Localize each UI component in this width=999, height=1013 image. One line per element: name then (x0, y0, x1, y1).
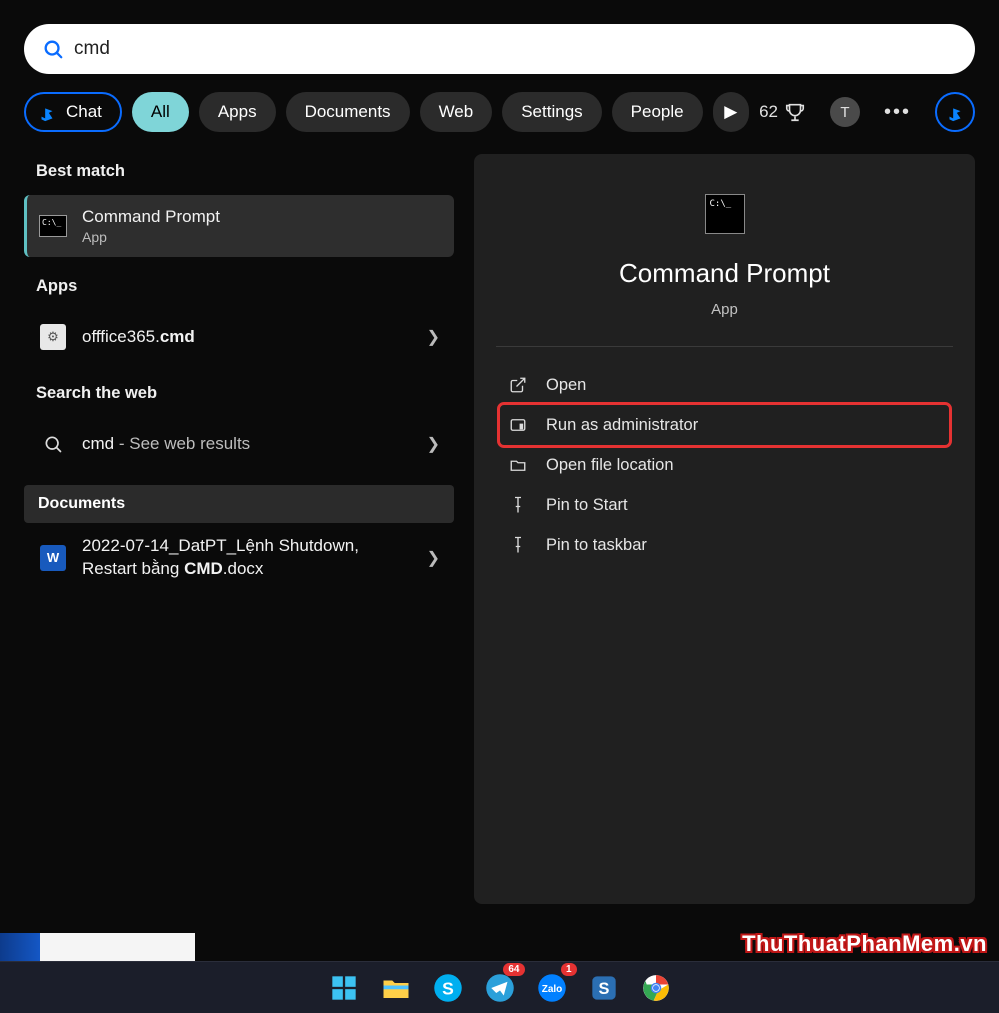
results-left-column: Best match C:\_ Command Prompt App Apps … (24, 154, 454, 904)
tab-all-label: All (151, 102, 170, 122)
bing-button[interactable] (935, 92, 975, 132)
search-icon (42, 38, 64, 60)
chevron-right-icon: ❯ (427, 327, 440, 347)
rewards-icon (784, 101, 806, 123)
tab-documents-label: Documents (305, 102, 391, 122)
pin-icon (508, 535, 528, 555)
notification-badge: 64 (503, 963, 524, 976)
skype-icon: S (433, 973, 463, 1003)
file-explorer-icon (381, 975, 411, 1001)
background-window-partial (0, 933, 195, 961)
action-pin-to-taskbar[interactable]: Pin to taskbar (500, 525, 949, 565)
section-best-match: Best match (24, 154, 454, 195)
tab-documents[interactable]: Documents (286, 92, 410, 132)
tab-settings[interactable]: Settings (502, 92, 601, 132)
tab-apps-label: Apps (218, 102, 257, 122)
header-right-icons: 62 T ••• (759, 92, 975, 132)
windows-search-panel: Chat All Apps Documents Web Settings Peo… (0, 0, 999, 928)
action-label: Run as administrator (546, 416, 698, 435)
zalo-button[interactable]: Zalo 1 (531, 967, 573, 1009)
play-icon: ▶ (724, 102, 737, 122)
action-label: Pin to Start (546, 496, 628, 515)
command-prompt-icon: C:\_ (38, 211, 68, 241)
snagit-button[interactable]: S (583, 967, 625, 1009)
user-avatar[interactable]: T (830, 97, 860, 127)
snagit-icon: S (590, 974, 618, 1002)
watermark: ThuThuatPhanMem.vn (742, 931, 987, 957)
rewards-count: 62 (759, 102, 778, 122)
search-bar[interactable] (24, 24, 975, 74)
tab-apps[interactable]: Apps (199, 92, 276, 132)
bing-chat-icon (36, 101, 58, 123)
filter-tabs-row: Chat All Apps Documents Web Settings Peo… (24, 92, 975, 132)
tab-chat-label: Chat (66, 102, 102, 122)
start-button[interactable] (323, 967, 365, 1009)
svg-text:Zalo: Zalo (541, 983, 562, 994)
action-label: Pin to taskbar (546, 536, 647, 555)
avatar-letter: T (840, 104, 849, 121)
telegram-icon (485, 973, 515, 1003)
app-preview-header: C:\_ Command Prompt App (500, 194, 949, 346)
result-web-cmd[interactable]: cmd - See web results ❯ (24, 417, 454, 471)
windows-start-icon (330, 974, 358, 1002)
cmd-file-icon: ⚙ (38, 322, 68, 352)
zalo-icon: Zalo (537, 973, 567, 1003)
action-pin-to-start[interactable]: Pin to Start (500, 485, 949, 525)
result-title: offfice365.cmd (82, 327, 413, 347)
command-prompt-icon: C:\_ (705, 194, 745, 234)
svg-text:S: S (598, 979, 609, 997)
result-subtitle: App (82, 229, 440, 245)
action-run-as-administrator[interactable]: Run as administrator (500, 405, 949, 445)
app-title: Command Prompt (619, 258, 830, 289)
file-explorer-button[interactable] (375, 967, 417, 1009)
app-subtitle: App (711, 301, 738, 318)
chrome-button[interactable] (635, 967, 677, 1009)
tab-all[interactable]: All (132, 92, 189, 132)
result-detail-panel: C:\_ Command Prompt App Open Run as admi… (474, 154, 975, 904)
section-documents: Documents (24, 485, 454, 523)
chevron-right-icon: ❯ (427, 548, 440, 568)
tab-people-label: People (631, 102, 684, 122)
results-content: Best match C:\_ Command Prompt App Apps … (24, 154, 975, 904)
notification-badge: 1 (561, 963, 577, 976)
tab-chat[interactable]: Chat (24, 92, 122, 132)
result-command-prompt[interactable]: C:\_ Command Prompt App (24, 195, 454, 257)
search-input[interactable] (74, 38, 957, 60)
divider (496, 346, 953, 347)
telegram-button[interactable]: 64 (479, 967, 521, 1009)
tab-web-label: Web (439, 102, 474, 122)
skype-button[interactable]: S (427, 967, 469, 1009)
folder-icon (508, 455, 528, 475)
open-icon (508, 375, 528, 395)
tab-settings-label: Settings (521, 102, 582, 122)
result-document-shutdown[interactable]: W 2022-07-14_DatPT_Lệnh Shutdown, Restar… (24, 523, 454, 593)
result-office365-cmd[interactable]: ⚙ offfice365.cmd ❯ (24, 310, 454, 364)
section-search-web: Search the web (24, 376, 454, 417)
chevron-right-icon: ❯ (427, 434, 440, 454)
taskbar: S 64 Zalo 1 S (0, 961, 999, 1013)
tab-web[interactable]: Web (420, 92, 493, 132)
word-document-icon: W (38, 543, 68, 573)
search-icon (38, 429, 68, 459)
result-title: 2022-07-14_DatPT_Lệnh Shutdown, Restart … (82, 535, 413, 581)
action-label: Open file location (546, 456, 674, 475)
pin-icon (508, 495, 528, 515)
section-apps: Apps (24, 269, 454, 310)
result-title: Command Prompt (82, 207, 440, 227)
more-button[interactable]: ••• (884, 101, 911, 124)
chrome-icon (642, 974, 670, 1002)
tabs-overflow-button[interactable]: ▶ (713, 92, 749, 132)
action-label: Open (546, 376, 586, 395)
rewards-button[interactable]: 62 (759, 101, 806, 123)
shield-admin-icon (508, 415, 528, 435)
tab-people[interactable]: People (612, 92, 703, 132)
bing-icon (944, 101, 966, 123)
action-open[interactable]: Open (500, 365, 949, 405)
result-title: cmd - See web results (82, 434, 413, 454)
svg-text:S: S (442, 978, 454, 998)
action-open-file-location[interactable]: Open file location (500, 445, 949, 485)
